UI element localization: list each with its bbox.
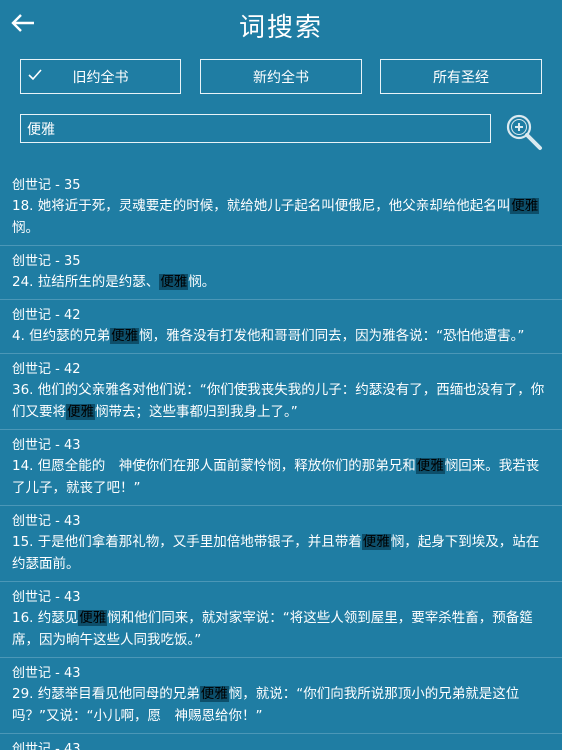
top-bar: 词搜索 bbox=[0, 0, 562, 48]
zoom-search-icon[interactable] bbox=[504, 112, 544, 152]
verse-reference: 创世记 - 35 bbox=[12, 178, 81, 193]
verse-text-segment: 18. 她将近于死，灵魂要走的时候，就给她儿子起名叫便俄尼，他父亲却给他起名叫 bbox=[12, 198, 511, 214]
results-list: 创世记 - 35 18. 她将近于死，灵魂要走的时候，就给她儿子起名叫便俄尼，他父… bbox=[0, 170, 562, 750]
result-item[interactable]: 创世记 - 43 14. 但愿全能的 神使你们在那人面前蒙怜悯，释放你们的那弟兄和… bbox=[0, 430, 562, 506]
highlighted-term: 便雅 bbox=[78, 610, 108, 626]
verse-text-segment: 悯。 bbox=[188, 274, 216, 290]
scope-label: 新约全书 bbox=[253, 69, 309, 86]
verse-text: 4. 但约瑟的兄弟便雅悯，雅各没有打发他和哥哥们同去，因为雅各说：“恐怕他遭害。… bbox=[12, 325, 550, 347]
verse-text: 15. 于是他们拿着那礼物，又手里加倍地带银子，并且带着便雅悯，起身下到埃及，站… bbox=[12, 531, 550, 575]
highlighted-term: 便雅 bbox=[110, 328, 140, 344]
check-icon bbox=[28, 69, 42, 81]
search-input[interactable] bbox=[20, 114, 491, 143]
highlighted-term: 便雅 bbox=[159, 274, 189, 290]
verse-reference: 创世记 - 43 bbox=[12, 438, 81, 453]
verse-text: 36. 他们的父亲雅各对他们说：“你们使我丧失我的儿子：约瑟没有了，西缅也没有了… bbox=[12, 379, 550, 423]
verse-reference: 创世记 - 43 bbox=[12, 666, 81, 681]
verse-text: 14. 但愿全能的 神使你们在那人面前蒙怜悯，释放你们的那弟兄和便雅悯回来。我若… bbox=[12, 455, 550, 499]
highlighted-term: 便雅 bbox=[361, 534, 391, 550]
verse-reference: 创世记 - 35 bbox=[12, 254, 81, 269]
highlighted-term: 便雅 bbox=[510, 198, 540, 214]
verse-text-segment: 15. 于是他们拿着那礼物，又手里加倍地带银子，并且带着 bbox=[12, 534, 362, 550]
verse-text: 16. 约瑟见便雅悯和他们同来，就对家宰说：“将这些人领到屋里，要宰杀牲畜，预备… bbox=[12, 607, 550, 651]
verse-text-segment: 29. 约瑟举目看见他同母的兄弟 bbox=[12, 686, 200, 702]
verse-text-segment: 24. 拉结所生的是约瑟、 bbox=[12, 274, 160, 290]
scope-label: 所有圣经 bbox=[433, 69, 489, 86]
verse-text: 29. 约瑟举目看见他同母的兄弟便雅悯，就说：“你们向我所说那顶小的兄弟就是这位… bbox=[12, 683, 550, 727]
verse-reference: 创世记 - 42 bbox=[12, 362, 81, 377]
scope-old-testament-button[interactable]: 旧约全书 bbox=[20, 59, 181, 94]
highlighted-term: 便雅 bbox=[66, 404, 95, 420]
verse-text: 18. 她将近于死，灵魂要走的时候，就给她儿子起名叫便俄尼，他父亲却给他起名叫便… bbox=[12, 195, 550, 239]
verse-text-segment: 悯，雅各没有打发他和哥哥们同去，因为雅各说：“恐怕他遭害。” bbox=[139, 328, 525, 344]
verse-text-segment: 16. 约瑟见 bbox=[12, 610, 79, 626]
highlighted-term: 便雅 bbox=[415, 458, 445, 474]
verse-text-segment: 14. 但愿全能的 神使你们在那人面前蒙怜悯，释放你们的那弟兄和 bbox=[12, 458, 416, 474]
verse-reference: 创世记 - 42 bbox=[12, 308, 81, 323]
result-item[interactable]: 创世记 - 43 15. 于是他们拿着那礼物，又手里加倍地带银子，并且带着便雅悯，… bbox=[0, 506, 562, 582]
scope-label: 旧约全书 bbox=[72, 69, 129, 86]
verse-reference: 创世记 - 43 bbox=[12, 514, 81, 529]
scope-new-testament-button[interactable]: 新约全书 bbox=[200, 59, 362, 94]
result-item[interactable]: 创世记 - 43 bbox=[0, 734, 562, 750]
verse-reference: 创世记 - 43 bbox=[12, 742, 81, 750]
result-item[interactable]: 创世记 - 35 18. 她将近于死，灵魂要走的时候，就给她儿子起名叫便俄尼，他父… bbox=[0, 170, 562, 246]
result-item[interactable]: 创世记 - 42 4. 但约瑟的兄弟便雅悯，雅各没有打发他和哥哥们同去，因为雅各说… bbox=[0, 300, 562, 354]
result-item[interactable]: 创世记 - 42 36. 他们的父亲雅各对他们说：“你们使我丧失我的儿子：约瑟没有… bbox=[0, 354, 562, 430]
verse-text-segment: 悯带去；这些事都归到我身上了。” bbox=[95, 404, 298, 420]
highlighted-term: 便雅 bbox=[199, 686, 229, 702]
verse-reference: 创世记 - 43 bbox=[12, 590, 81, 605]
scope-all-bible-button[interactable]: 所有圣经 bbox=[380, 59, 542, 94]
result-item[interactable]: 创世记 - 43 29. 约瑟举目看见他同母的兄弟便雅悯，就说：“你们向我所说那顶… bbox=[0, 658, 562, 734]
result-item[interactable]: 创世记 - 43 16. 约瑟见便雅悯和他们同来，就对家宰说：“将这些人领到屋里，… bbox=[0, 582, 562, 658]
result-item[interactable]: 创世记 - 35 24. 拉结所生的是约瑟、便雅悯。 bbox=[0, 246, 562, 300]
page-title: 词搜索 bbox=[238, 13, 323, 43]
verse-text-segment: 悯。 bbox=[12, 220, 39, 236]
verse-text-segment: 4. 但约瑟的兄弟 bbox=[12, 328, 111, 344]
verse-text: 24. 拉结所生的是约瑟、便雅悯。 bbox=[12, 271, 550, 293]
